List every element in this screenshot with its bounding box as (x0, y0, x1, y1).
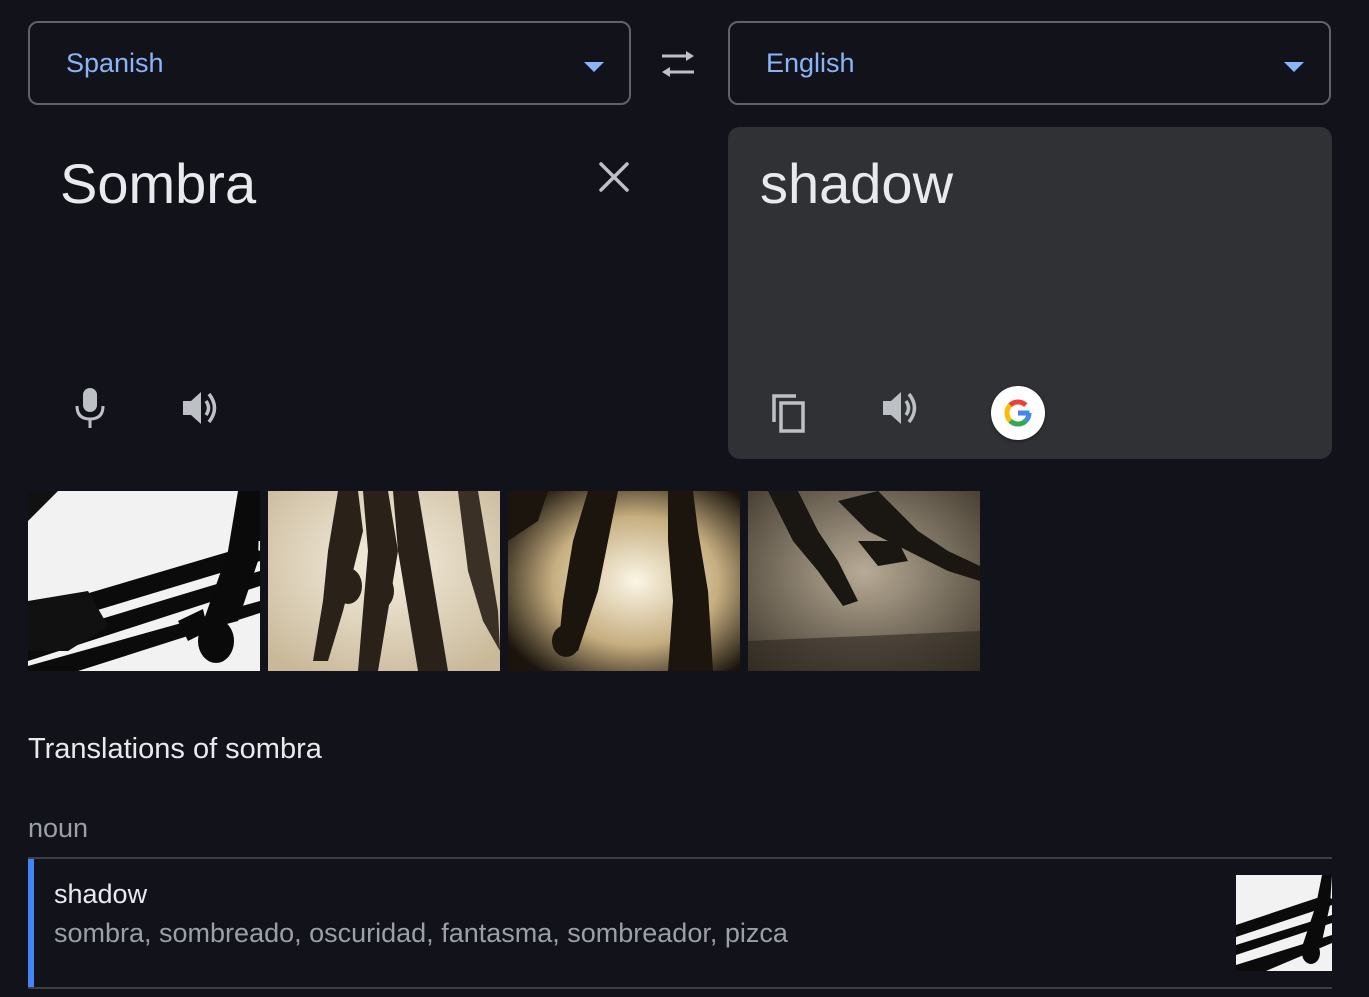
target-language-label: English (766, 47, 855, 78)
source-text-input[interactable]: Sombra (60, 151, 256, 216)
entry-synonyms: sombra, sombreado, oscuridad, fantasma, … (54, 918, 788, 948)
translation-output: shadow (760, 152, 954, 215)
divider (28, 987, 1332, 989)
speaker-icon (883, 392, 917, 424)
microphone-icon (75, 388, 105, 428)
copy-icon (772, 394, 805, 433)
chevron-down-icon (1284, 62, 1304, 72)
shadow-image-3[interactable] (508, 491, 740, 671)
target-panel: shadow (728, 127, 1332, 459)
entry-word: shadow (54, 879, 148, 909)
speaker-icon (183, 392, 217, 424)
microphone-button[interactable] (62, 380, 118, 436)
entry-image[interactable] (1236, 875, 1332, 971)
shadow-image-1[interactable] (28, 491, 260, 671)
listen-translation-button[interactable] (874, 380, 930, 436)
swap-languages-button[interactable] (652, 42, 704, 86)
source-language-select[interactable]: Spanish (28, 21, 631, 105)
copy-translation-button[interactable] (761, 385, 817, 441)
part-of-speech-label: noun (28, 813, 89, 843)
chevron-down-icon (584, 62, 604, 72)
swap-arrows-icon (662, 51, 694, 77)
translations-title: Translations of sombra (28, 733, 322, 765)
target-language-select[interactable]: English (728, 21, 1331, 105)
translation-entry[interactable]: shadow sombra, sombreado, oscuridad, fan… (28, 859, 1332, 987)
entry-accent-bar (28, 859, 34, 987)
google-logo-icon (1004, 399, 1032, 427)
google-search-button[interactable] (991, 386, 1045, 440)
image-results-row (28, 491, 980, 671)
source-language-label: Spanish (66, 47, 164, 78)
source-panel: Sombra (28, 127, 658, 459)
shadow-image-2[interactable] (268, 491, 500, 671)
close-icon (599, 162, 629, 192)
clear-source-button[interactable] (590, 153, 638, 201)
shadow-image-4[interactable] (748, 491, 980, 671)
listen-source-button[interactable] (174, 380, 230, 436)
